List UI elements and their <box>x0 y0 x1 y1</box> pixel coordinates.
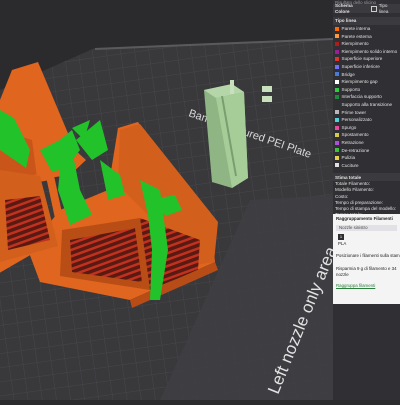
legend-item[interactable]: Personalizzato <box>333 116 400 124</box>
color-scheme-row[interactable]: Schema Colore Tipo linea <box>333 3 400 14</box>
line-type-header: Tipo linea <box>333 17 400 25</box>
color-scheme-dropdown[interactable]: Tipo linea <box>370 3 398 14</box>
checkbox-icon[interactable] <box>370 5 377 12</box>
legend-item[interactable]: Superficie superiore <box>333 55 400 63</box>
legend-item[interactable]: Retrazione <box>333 139 400 147</box>
legend-label: Supporto <box>341 86 361 92</box>
slicing-result-panel: Risultato dello slicing Schema Colore Ti… <box>333 0 400 400</box>
legend-swatch <box>335 133 339 138</box>
legend-swatch <box>335 117 339 122</box>
legend-label: Prime tower <box>341 109 367 115</box>
legend-label: Riempimento <box>341 41 369 47</box>
legend-label: Pulizia <box>341 155 356 161</box>
legend-swatch <box>335 26 339 31</box>
filament-slot-badge[interactable]: 1 <box>338 234 344 240</box>
saving-line-2: nozzle <box>336 271 349 277</box>
legend-swatch <box>335 72 339 77</box>
legend-swatch <box>335 87 339 92</box>
legend-item[interactable]: Parete interna <box>333 25 400 33</box>
legend-swatch <box>335 125 339 130</box>
legend-label: Riempimento solido interno <box>341 48 398 54</box>
legend-label: Cuciture <box>341 162 359 168</box>
legend-label: Personalizzato <box>341 117 372 123</box>
legend-item[interactable]: Riempimento gap <box>333 78 400 86</box>
legend-swatch <box>335 41 339 46</box>
legend-item[interactable]: Interfaccia supporto <box>333 93 400 101</box>
line-type-legend: Parete interna Parete esterna Riempimento R… <box>333 25 400 169</box>
saving-hint: Risparmia 9 g di filamento e 34 nozzle <box>336 266 400 277</box>
nozzle-selector[interactable]: Nozzle sinistro <box>336 225 397 231</box>
legend-swatch <box>335 148 339 153</box>
color-scheme-value: Tipo linea <box>378 3 389 14</box>
legend-item[interactable]: Bridge <box>333 71 400 79</box>
legend-item[interactable]: Parete esterna <box>333 33 400 41</box>
group-filaments-link[interactable]: Raggruppa filamenti <box>336 283 400 288</box>
color-scheme-label: Schema Colore <box>335 3 353 14</box>
legend-item[interactable]: Cuciture <box>333 162 400 170</box>
legend-item[interactable]: Spurgo <box>333 124 400 132</box>
saving-line-1: Risparmia 9 g di filamento e 34 <box>336 266 397 271</box>
estimate-header: Stima totale <box>333 173 400 182</box>
legend-swatch <box>335 110 339 115</box>
legend-label: Spurgo <box>341 124 357 130</box>
grouping-title: Raggruppamento Filamenti <box>336 216 393 221</box>
legend-swatch <box>335 34 339 39</box>
legend-swatch <box>335 49 339 54</box>
legend-item[interactable]: Prime tower <box>333 109 400 117</box>
legend-item[interactable]: Spostamento <box>333 131 400 139</box>
filament-material: PLA <box>338 241 347 246</box>
legend-label: Riempimento gap <box>341 79 378 85</box>
legend-swatch <box>335 57 339 62</box>
legend-label: De-retrazione <box>341 147 370 153</box>
legend-item[interactable]: Pulizia <box>333 154 400 162</box>
filament-grouping-card: Raggruppamento Filamenti Nozzle sinistro… <box>333 214 400 304</box>
legend-item[interactable]: De-retrazione <box>333 147 400 155</box>
legend-label: Supporto alla transizione <box>341 101 393 107</box>
legend-swatch <box>335 155 339 160</box>
legend-label: Spostamento <box>341 132 369 138</box>
legend-label: Superficie superiore <box>341 56 383 62</box>
legend-item[interactable]: Riempimento <box>333 40 400 48</box>
legend-swatch <box>335 79 339 84</box>
legend-label: Superficie inferiore <box>341 64 380 70</box>
legend-label: Bridge <box>341 71 355 77</box>
legend-item[interactable]: Riempimento solido interno <box>333 48 400 56</box>
legend-swatch <box>335 163 339 168</box>
position-hint: Posizionare i filamenti sulla stampa <box>336 253 400 258</box>
legend-label: Parete interna <box>341 26 371 32</box>
legend-label: Parete esterna <box>341 33 372 39</box>
legend-swatch <box>335 95 339 100</box>
legend-item[interactable]: Superficie inferiore <box>333 63 400 71</box>
legend-label: Interfaccia supporto <box>341 94 382 100</box>
estimate-list: Totale Filamento: Modello Filamento: Costo… <box>333 181 400 218</box>
legend-swatch <box>335 64 339 69</box>
legend-swatch <box>335 140 339 145</box>
legend-item[interactable]: Supporto alla transizione <box>333 101 400 109</box>
legend-item[interactable]: Supporto <box>333 86 400 94</box>
legend-label: Retrazione <box>341 139 364 145</box>
